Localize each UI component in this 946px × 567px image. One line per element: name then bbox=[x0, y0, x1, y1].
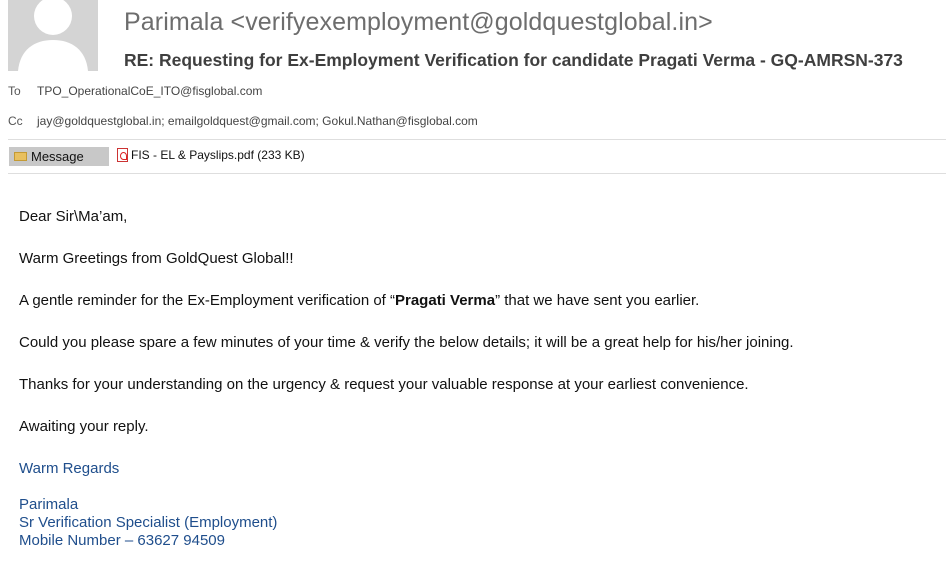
cc-label: Cc bbox=[8, 114, 23, 128]
attachment-item[interactable]: FIS - EL & Payslips.pdf (233 KB) bbox=[117, 148, 305, 162]
to-label: To bbox=[8, 84, 21, 98]
signature-title: Sr Verification Specialist (Employment) bbox=[19, 514, 278, 531]
header-divider bbox=[8, 139, 946, 140]
to-row: To TPO_OperationalCoE_ITO@fisglobal.com bbox=[8, 84, 262, 98]
sender-avatar bbox=[8, 0, 98, 71]
greeting-line: Dear Sir\Ma’am, bbox=[19, 208, 128, 225]
request-line: Could you please spare a few minutes of … bbox=[19, 334, 794, 351]
attachments-divider bbox=[8, 173, 946, 174]
reminder-pre: A gentle reminder for the Ex-Employment … bbox=[19, 292, 395, 309]
attachment-label: FIS - EL & Payslips.pdf (233 KB) bbox=[131, 148, 305, 162]
cc-row: Cc jay@goldquestglobal.in; emailgoldquest… bbox=[8, 114, 478, 128]
to-recipients[interactable]: TPO_OperationalCoE_ITO@fisglobal.com bbox=[37, 84, 262, 98]
awaiting-line: Awaiting your reply. bbox=[19, 418, 149, 435]
sender-name: Parimala <verifyexemployment@goldquestgl… bbox=[124, 8, 713, 36]
cc-recipients[interactable]: jay@goldquestglobal.in; emailgoldquest@g… bbox=[37, 114, 478, 128]
email-subject: RE: Requesting for Ex-Employment Verific… bbox=[124, 50, 903, 70]
candidate-name: Pragati Verma bbox=[395, 292, 496, 309]
signature-name: Parimala bbox=[19, 496, 79, 513]
signature-mobile: Mobile Number – 63627 94509 bbox=[19, 532, 225, 549]
person-silhouette-icon bbox=[8, 0, 98, 71]
reminder-line: A gentle reminder for the Ex-Employment … bbox=[19, 292, 699, 309]
warm-greetings-line: Warm Greetings from GoldQuest Global!! bbox=[19, 250, 294, 267]
message-tab[interactable]: Message bbox=[9, 147, 109, 166]
pdf-file-icon bbox=[117, 148, 128, 162]
envelope-icon bbox=[14, 152, 27, 161]
thanks-line: Thanks for your understanding on the urg… bbox=[19, 376, 749, 393]
signature-regards: Warm Regards bbox=[19, 460, 120, 477]
message-tab-label: Message bbox=[31, 149, 84, 164]
reminder-post: ” that we have sent you earlier. bbox=[495, 292, 700, 309]
